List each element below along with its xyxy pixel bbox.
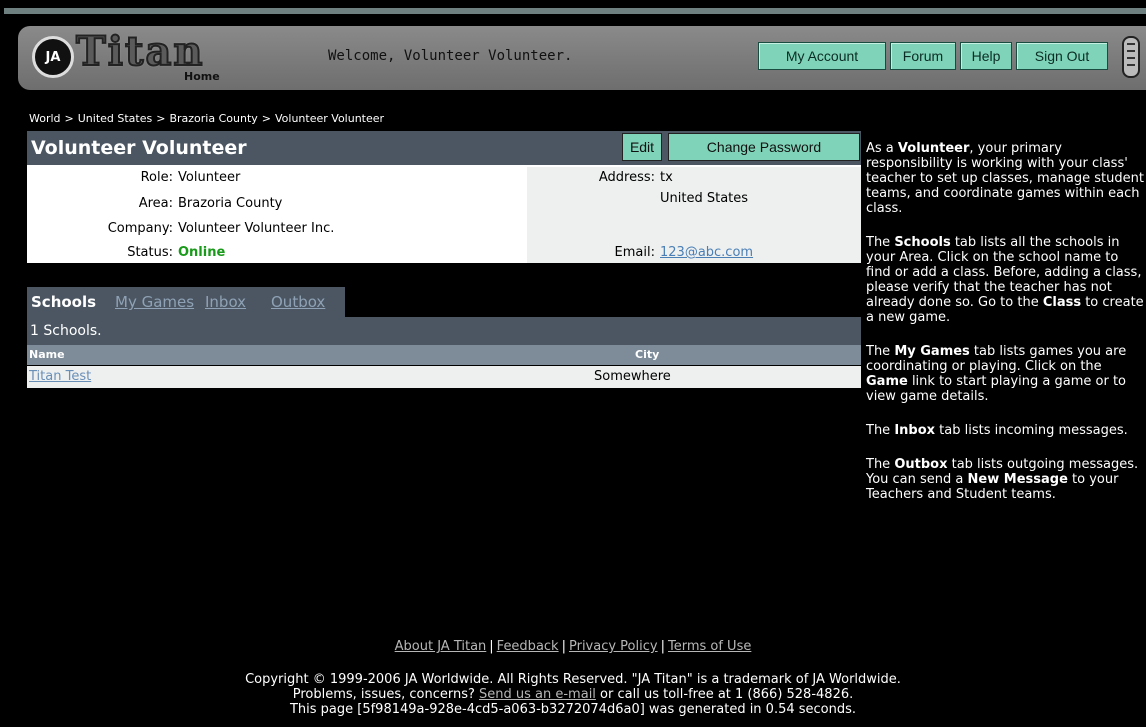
privacy-link[interactable]: Privacy Policy <box>569 639 658 654</box>
sign-out-button[interactable]: Sign Out <box>1016 42 1108 70</box>
breadcrumb-user: Volunteer Volunteer <box>275 112 385 125</box>
company-row: Company: Volunteer Volunteer Inc. <box>27 219 527 238</box>
area-row: Area: Brazoria County <box>27 194 527 213</box>
top-frame <box>4 8 1146 14</box>
header-bar: JA Titan Home Welcome, Volunteer Volunte… <box>18 26 1146 90</box>
ja-badge-icon: JA <box>32 36 74 78</box>
profile-left-column: Role: Volunteer Area: Brazoria County Co… <box>27 167 527 263</box>
help-inbox: The Inbox tab lists incoming messages. <box>866 423 1128 438</box>
help-volunteer: As a Volunteer, your primary responsibil… <box>866 141 1144 216</box>
tab-schools[interactable]: Schools <box>27 287 111 317</box>
profile-header: Volunteer Volunteer Edit Change Password <box>27 131 861 167</box>
status-badge: Online <box>178 245 226 260</box>
profile-right-column: Address: tx United States Email: 123@abc… <box>527 167 861 263</box>
table-row: Titan Test Somewhere <box>27 366 861 388</box>
schools-count: 1 Schools. <box>27 317 861 345</box>
welcome-text: Welcome, Volunteer Volunteer. <box>328 48 573 64</box>
my-account-button[interactable]: My Account <box>758 42 886 70</box>
help-my-games: The My Games tab lists games you are coo… <box>866 344 1127 404</box>
breadcrumb-county[interactable]: Brazoria County <box>169 112 257 125</box>
forum-button[interactable]: Forum <box>890 42 956 70</box>
email-us-link[interactable]: Send us an e-mail <box>479 687 596 702</box>
help-outbox: The Outbox tab lists outgoing messages. … <box>866 457 1139 502</box>
profile-name: Volunteer Volunteer <box>31 137 247 159</box>
profile-details: Role: Volunteer Area: Brazoria County Co… <box>27 167 861 263</box>
breadcrumb: World > United States > Brazoria County > Volu… <box>29 112 385 125</box>
status-label: Status: <box>127 245 173 260</box>
help-button[interactable]: Help <box>960 42 1012 70</box>
status-row: Status: Online <box>27 243 527 262</box>
help-panel: As a Volunteer, your primary responsibil… <box>866 141 1146 521</box>
logo-text: Titan <box>75 27 205 76</box>
school-link[interactable]: Titan Test <box>29 366 91 388</box>
tab-my-games[interactable]: My Games <box>111 287 201 317</box>
address-row-2: United States <box>527 189 861 208</box>
table-header: Name City <box>27 345 861 365</box>
area-value: Brazoria County <box>178 196 283 211</box>
terms-link[interactable]: Terms of Use <box>668 639 751 654</box>
copyright-text: Copyright © 1999-2006 JA Worldwide. All … <box>245 672 901 687</box>
tab-outbox[interactable]: Outbox <box>267 287 345 317</box>
tab-inbox[interactable]: Inbox <box>201 287 267 317</box>
breadcrumb-world[interactable]: World <box>29 112 61 125</box>
column-header-name[interactable]: Name <box>29 345 65 365</box>
email-label: Email: <box>614 245 655 260</box>
logo-home-label: Home <box>184 70 220 83</box>
generated-text: This page [5f98149a-928e-4cd5-a063-b3272… <box>289 702 857 717</box>
address-label: Address: <box>598 170 655 185</box>
area-label: Area: <box>138 196 173 211</box>
footer-links: About JA Titan | Feedback | Privacy Policy | T… <box>394 639 752 654</box>
change-password-button[interactable]: Change Password <box>668 133 860 161</box>
email-link[interactable]: 123@abc.com <box>660 243 753 262</box>
company-value: Volunteer Volunteer Inc. <box>178 221 335 236</box>
feedback-link[interactable]: Feedback <box>497 639 559 654</box>
about-link[interactable]: About JA Titan <box>395 639 487 654</box>
edit-button[interactable]: Edit <box>622 133 662 161</box>
breadcrumb-country[interactable]: United States <box>78 112 153 125</box>
problems-text: Problems, issues, concerns? Send us an e… <box>292 687 854 702</box>
help-schools: The Schools tab lists all the schools in… <box>866 235 1144 325</box>
email-row: Email: 123@abc.com <box>527 243 861 262</box>
column-header-city[interactable]: City <box>635 345 659 365</box>
titan-logo[interactable]: JA Titan Home <box>32 27 222 86</box>
address-row: Address: tx <box>527 168 861 187</box>
address-line1: tx <box>660 170 673 185</box>
address-line2: United States <box>660 191 749 206</box>
school-city: Somewhere <box>594 369 671 384</box>
scroll-handle-icon[interactable] <box>1122 36 1140 78</box>
role-label: Role: <box>140 170 173 185</box>
footer-copyright: Copyright © 1999-2006 JA Worldwide. All … <box>0 672 1146 717</box>
role-row: Role: Volunteer <box>27 168 527 187</box>
role-value: Volunteer <box>178 170 241 185</box>
company-label: Company: <box>107 221 173 236</box>
